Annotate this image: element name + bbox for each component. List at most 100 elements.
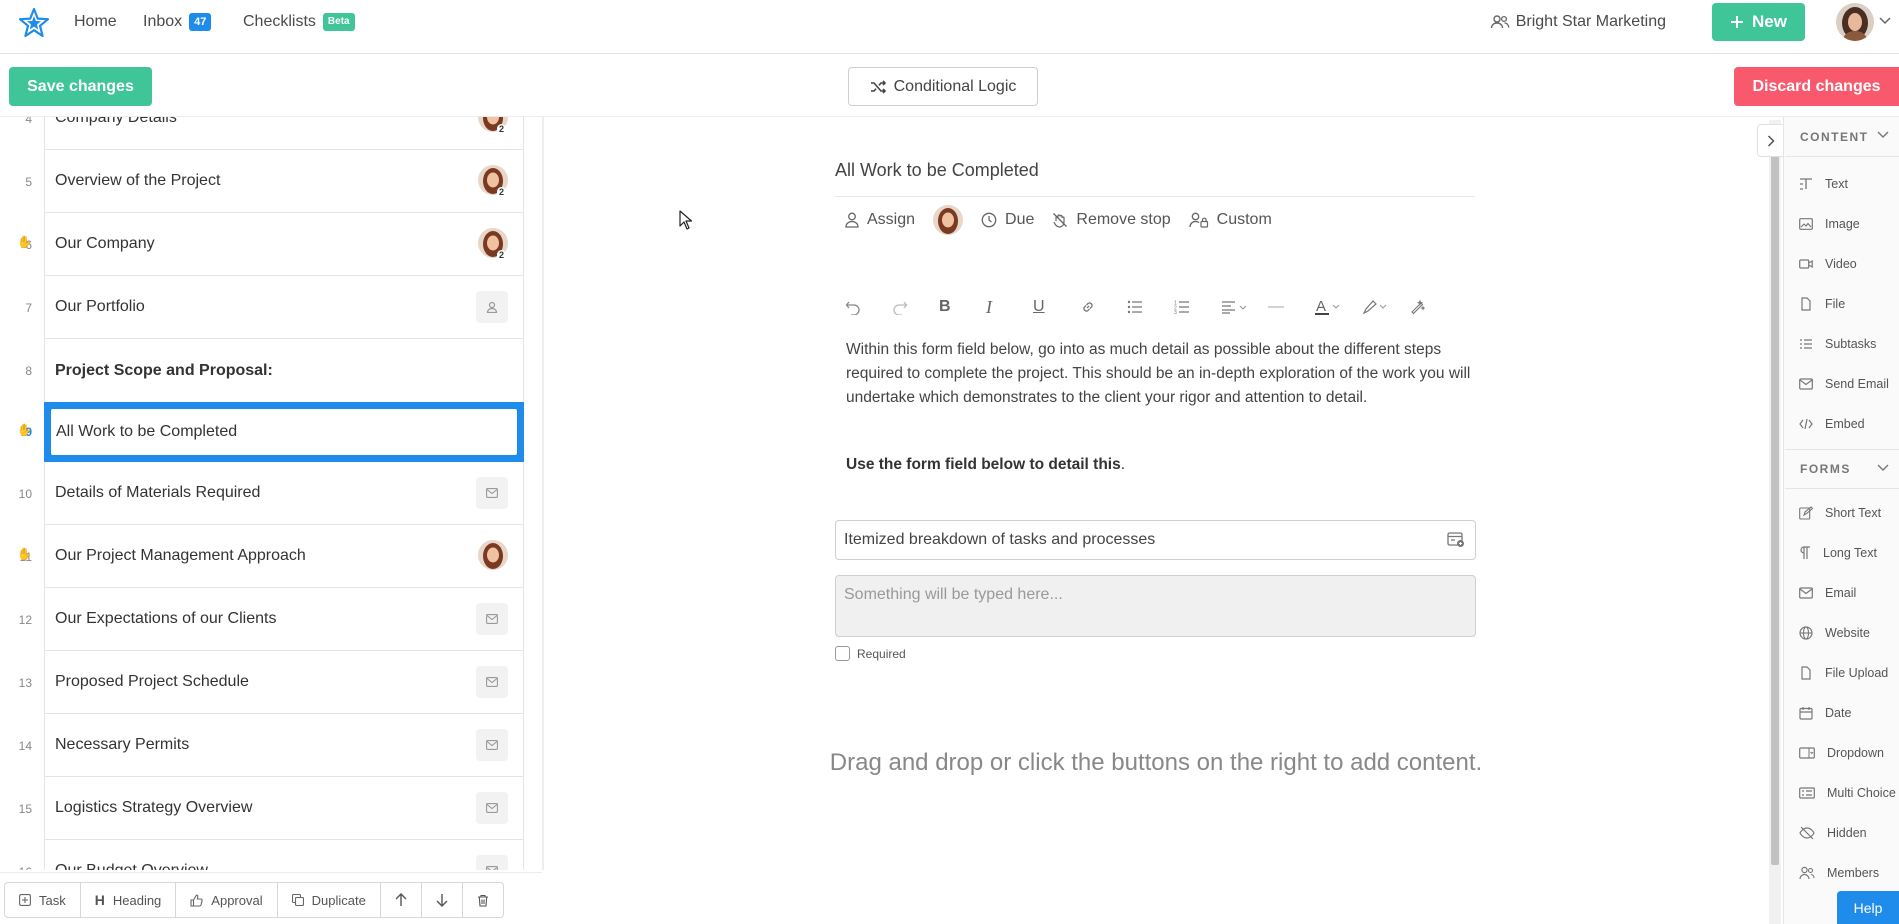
move-up-button[interactable]	[381, 883, 422, 917]
add-heading-button[interactable]: H Heading	[81, 883, 177, 917]
right-panel-scrollbar[interactable]	[1769, 120, 1781, 924]
task-instruction[interactable]: Use the form field below to detail this.	[846, 456, 1125, 474]
forms-section-header[interactable]: FORMS	[1785, 449, 1899, 489]
palette-website[interactable]: Website	[1785, 613, 1899, 653]
mail-icon[interactable]	[476, 792, 508, 824]
palette-text[interactable]: Text	[1785, 164, 1899, 204]
task-row[interactable]: 14 Necessary Permits	[0, 714, 542, 777]
add-approval-button[interactable]: Approval	[176, 883, 278, 917]
form-field-preview-textarea[interactable]: Something will be typed here...	[835, 575, 1476, 637]
org-switcher[interactable]: Bright Star Marketing	[1490, 13, 1666, 31]
user-icon[interactable]	[476, 291, 508, 323]
heading-icon: H	[94, 892, 105, 908]
palette-file-upload[interactable]: File Upload	[1785, 653, 1899, 693]
assign-button[interactable]: Assign	[845, 211, 915, 229]
bold-icon[interactable]: B	[939, 298, 986, 316]
task-number: 10	[18, 486, 32, 501]
remove-stop-button[interactable]: Remove stop	[1052, 211, 1171, 229]
conditional-logic-button[interactable]: Conditional Logic	[848, 67, 1038, 106]
palette-label: Hidden	[1827, 826, 1867, 840]
palette-subtasks[interactable]: Subtasks	[1785, 324, 1899, 364]
chevron-down-icon[interactable]	[1879, 17, 1891, 25]
assignee-avatar[interactable]	[478, 540, 508, 570]
nav-home[interactable]: Home	[74, 13, 117, 31]
palette-embed[interactable]: Embed	[1785, 404, 1899, 444]
content-section-header[interactable]: CONTENT	[1785, 117, 1899, 157]
palette-date[interactable]: Date	[1785, 693, 1899, 733]
save-changes-button[interactable]: Save changes	[9, 67, 152, 106]
discard-changes-button[interactable]: Discard changes	[1734, 67, 1899, 106]
panel-divider	[542, 117, 544, 870]
required-checkbox-row[interactable]: Required	[835, 646, 906, 661]
horizontal-rule-icon[interactable]	[1268, 305, 1315, 309]
numbered-list-icon[interactable]: 123	[1174, 300, 1221, 314]
mail-icon[interactable]	[476, 666, 508, 698]
task-row[interactable]: 7 Our Portfolio	[0, 276, 542, 339]
task-row-selected[interactable]: 9 ✋ All Work to be Completed	[0, 402, 542, 462]
palette-image[interactable]: Image	[1785, 204, 1899, 244]
palette-dropdown[interactable]: Dropdown	[1785, 733, 1899, 773]
user-avatar[interactable]	[1836, 3, 1874, 41]
help-button[interactable]: Help	[1837, 891, 1899, 924]
task-row[interactable]: 5 Overview of the Project 2	[0, 150, 542, 213]
svg-text:3: 3	[1174, 310, 1177, 314]
task-row[interactable]: 11 ✋ Our Project Management Approach	[0, 525, 542, 588]
task-label: Our Portfolio	[55, 298, 145, 315]
link-icon[interactable]	[1080, 299, 1127, 315]
highlight-icon[interactable]	[1362, 299, 1409, 315]
add-task-button[interactable]: Task	[5, 883, 81, 917]
collapse-panel-button[interactable]	[1757, 124, 1784, 157]
mail-icon[interactable]	[476, 477, 508, 509]
palette-label: Long Text	[1823, 546, 1877, 560]
chevron-down-icon	[1877, 464, 1889, 471]
palette-members[interactable]: Members	[1785, 853, 1899, 893]
undo-icon[interactable]	[845, 299, 892, 315]
delete-button[interactable]	[463, 883, 503, 917]
palette-send-email[interactable]: Send Email	[1785, 364, 1899, 404]
task-row[interactable]: 12 Our Expectations of our Clients	[0, 588, 542, 651]
align-dropdown-icon[interactable]	[1221, 300, 1268, 314]
move-down-button[interactable]	[422, 883, 463, 917]
due-button[interactable]: Due	[981, 211, 1034, 229]
assignee-avatar[interactable]	[933, 205, 964, 235]
dropdown-icon	[1799, 747, 1815, 759]
palette-hidden[interactable]: Hidden	[1785, 813, 1899, 853]
task-title[interactable]: All Work to be Completed	[835, 160, 1475, 197]
required-checkbox[interactable]	[835, 646, 850, 661]
palette-long-text[interactable]: Long Text	[1785, 533, 1899, 573]
duplicate-button[interactable]: Duplicate	[278, 883, 381, 917]
heading-row[interactable]: 8 Project Scope and Proposal:	[0, 339, 542, 402]
palette-short-text[interactable]: Short Text	[1785, 493, 1899, 533]
nav-inbox[interactable]: Inbox 47	[143, 13, 212, 31]
palette-video[interactable]: Video	[1785, 244, 1899, 284]
task-row[interactable]: 13 Proposed Project Schedule	[0, 651, 542, 714]
custom-button[interactable]: Custom	[1189, 211, 1272, 229]
palette-file[interactable]: File	[1785, 284, 1899, 324]
underline-icon[interactable]: U	[1033, 298, 1080, 316]
task-row[interactable]: 15 Logistics Strategy Overview	[0, 777, 542, 840]
task-row[interactable]: 4 Company Details 2	[0, 117, 542, 150]
task-description[interactable]: Within this form field below, go into as…	[846, 338, 1476, 410]
palette-multi-choice[interactable]: Multi Choice	[1785, 773, 1899, 813]
task-row[interactable]: 10 Details of Materials Required	[0, 462, 542, 525]
mail-icon[interactable]	[476, 855, 508, 870]
new-button[interactable]: New	[1712, 3, 1805, 41]
form-field-label-input[interactable]: Itemized breakdown of tasks and processe…	[835, 520, 1476, 560]
mail-icon[interactable]	[476, 729, 508, 761]
new-button-label: New	[1752, 12, 1787, 31]
italic-icon[interactable]: I	[986, 297, 1033, 318]
redo-icon[interactable]	[892, 299, 939, 315]
task-label: Our Budget Overview	[55, 862, 208, 870]
mail-icon[interactable]	[476, 603, 508, 635]
bullet-list-icon[interactable]	[1127, 300, 1174, 314]
assignee-count: 2	[496, 187, 506, 198]
text-color-icon[interactable]: A	[1315, 298, 1362, 316]
star-logo-icon[interactable]	[18, 7, 50, 39]
task-row[interactable]: 6 ✋ Our Company 2	[0, 213, 542, 276]
field-settings-icon[interactable]	[1447, 532, 1465, 548]
task-row[interactable]: 16 Our Budget Overview	[0, 840, 542, 870]
nav-checklists-label: Checklists	[243, 13, 316, 30]
nav-checklists[interactable]: Checklists Beta	[243, 13, 355, 31]
clear-format-icon[interactable]	[1409, 299, 1456, 315]
palette-email[interactable]: Email	[1785, 573, 1899, 613]
